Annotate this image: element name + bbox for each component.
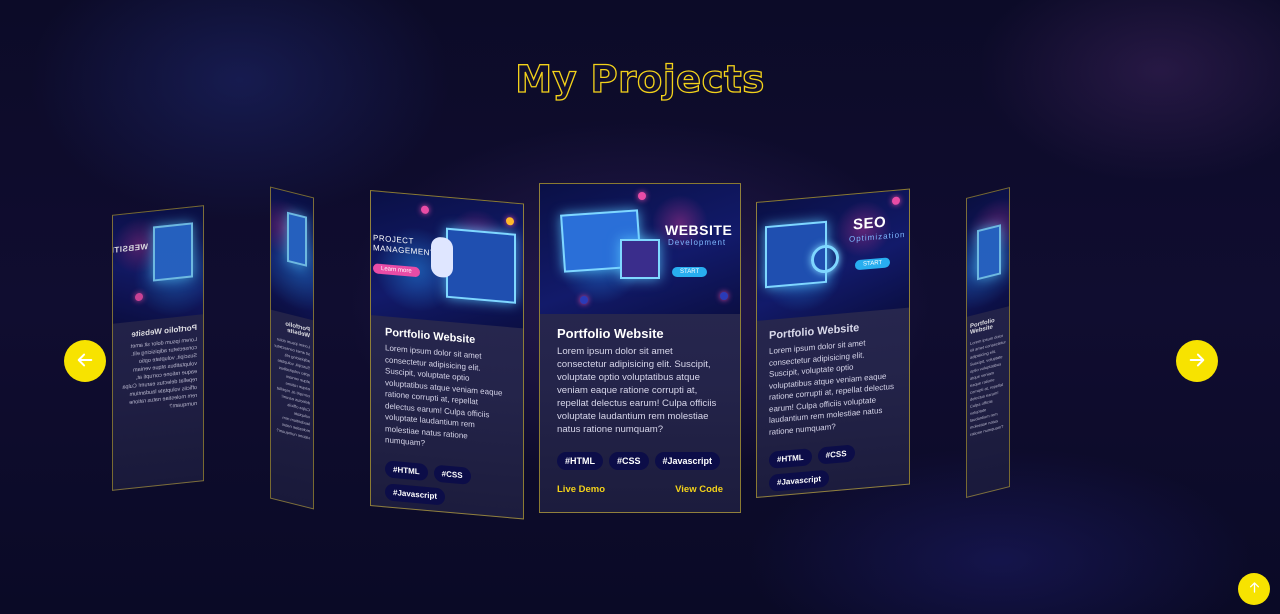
card-links: Live Demo View Code (385, 510, 509, 520)
arrow-left-icon (76, 351, 94, 372)
project-card: PROJECT MANAGEMENT Learn more Portfolio … (370, 190, 524, 520)
project-image: WEBSITE (113, 206, 203, 324)
image-title: WEBSITE (113, 242, 148, 256)
image-subtitle: Development (668, 238, 727, 247)
view-code-link[interactable]: View Code (675, 484, 723, 495)
project-description: Lorem ipsum dolor sit amet consectetur a… (274, 336, 310, 441)
project-card: WEBSITE Portfolio Website Lorem ipsum do… (112, 205, 204, 491)
project-image (271, 187, 313, 321)
tag-css: #CSS (433, 464, 471, 485)
view-code-link[interactable]: View Code (469, 517, 509, 519)
tag-list: #HTML #CSS #Javascript (769, 441, 897, 492)
scroll-top-button[interactable] (1238, 573, 1270, 605)
project-description: Lorem ipsum dolor sit amet consectetur a… (122, 336, 197, 410)
live-demo-link[interactable]: Live Demo (557, 484, 605, 495)
image-title: SEO (853, 213, 887, 234)
project-image: PROJECT MANAGEMENT Learn more (371, 191, 523, 329)
project-description: Lorem ipsum dolor sit amet consectetur a… (970, 332, 1006, 438)
arrow-right-icon (1188, 351, 1206, 372)
tag-css: #CSS (609, 452, 649, 470)
project-title: Portfolio Website (557, 326, 664, 341)
tag-list: #HTML #CSS #Javascript (385, 459, 509, 511)
project-card: Portfolio Website Lorem ipsum dolor sit … (966, 187, 1010, 498)
tag-html: #HTML (769, 448, 812, 469)
project-card: Portfolio Website Lorem ipsum dolor sit … (270, 186, 314, 510)
project-image: SEO Optimization START (757, 189, 909, 321)
project-description: Lorem ipsum dolor sit amet consectetur a… (557, 346, 717, 435)
tag-javascript: #Javascript (654, 452, 721, 470)
project-card-active: WEBSITE Development START Portfolio Webs… (539, 183, 741, 513)
view-code-link[interactable]: View Code (857, 491, 897, 498)
tag-list: #HTML #CSS #Javascript (557, 452, 723, 470)
tag-javascript: #Javascript (769, 469, 830, 492)
project-description: Lorem ipsum dolor sit amet consectetur a… (385, 343, 503, 448)
tag-javascript: #Javascript (385, 482, 446, 506)
arrow-up-icon (1248, 581, 1261, 597)
prev-button[interactable] (64, 340, 106, 382)
start-badge: START (855, 257, 891, 271)
carousel: WEBSITE Portfolio Website Lorem ipsum do… (0, 0, 1280, 614)
tag-html: #HTML (557, 452, 603, 470)
project-image: WEBSITE Development START (540, 184, 740, 314)
card-links: Live Demo View Code (769, 491, 897, 498)
learn-more-badge: Learn more (373, 263, 420, 278)
live-demo-link[interactable]: Live Demo (385, 510, 425, 520)
start-badge: START (672, 267, 708, 277)
image-title: WEBSITE (665, 222, 733, 238)
project-card: SEO Optimization START Portfolio Website… (756, 188, 910, 499)
tag-html: #HTML (385, 459, 428, 481)
next-button[interactable] (1176, 340, 1218, 382)
card-links: Live Demo View Code (557, 484, 723, 495)
project-image (967, 188, 1009, 317)
image-line2: MANAGEMENT (373, 243, 436, 258)
project-description: Lorem ipsum dolor sit amet consectetur a… (769, 338, 894, 437)
tag-css: #CSS (817, 444, 855, 465)
